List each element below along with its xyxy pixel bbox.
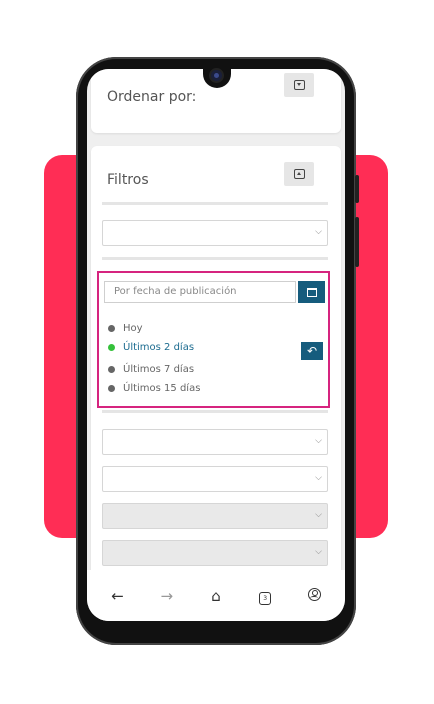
- chevron-down-icon: ⌵: [315, 510, 322, 520]
- selected-bullet-icon: [108, 344, 115, 351]
- date-filter-panel: Por fecha de publicación Hoy Últimos 2 d…: [97, 271, 330, 408]
- tabs-button[interactable]: 3: [250, 586, 280, 605]
- sort-title: Ordenar por:: [107, 89, 197, 105]
- chevron-down-icon: ⌵: [315, 436, 322, 446]
- filter-select-1[interactable]: ⌵: [102, 220, 328, 246]
- caret-square-up-icon: [293, 169, 305, 179]
- chevron-down-icon: ⌵: [315, 227, 322, 237]
- sort-toggle-button[interactable]: [284, 73, 314, 97]
- account-button[interactable]: [299, 587, 329, 605]
- date-option-last-15-days[interactable]: Últimos 15 días: [108, 383, 200, 394]
- filter-select-5[interactable]: ⌵: [102, 540, 328, 566]
- camera-icon: [211, 70, 222, 81]
- chevron-down-icon: ⌵: [315, 473, 322, 483]
- chevron-down-icon: ⌵: [315, 547, 322, 557]
- forward-arrow-icon[interactable]: →: [152, 587, 182, 605]
- account-icon: [307, 587, 321, 601]
- caret-square-down-icon: [293, 80, 305, 90]
- home-icon[interactable]: ⌂: [201, 587, 231, 605]
- phone-screen: Ordenar por: Filtros ⌵ Por fecha de publ…: [87, 69, 345, 621]
- date-option-last-7-days[interactable]: Últimos 7 días: [108, 364, 194, 375]
- divider: [102, 257, 328, 260]
- back-arrow-icon[interactable]: ←: [103, 587, 133, 605]
- calendar-button[interactable]: [298, 281, 325, 303]
- tabs-icon: 3: [259, 592, 272, 605]
- undo-arrow-icon: ↶: [306, 344, 318, 358]
- filter-select-3[interactable]: ⌵: [102, 466, 328, 492]
- bullet-icon: [108, 385, 115, 392]
- filters-card: Filtros ⌵ Por fecha de publicación Hoy Ú…: [91, 146, 341, 621]
- divider: [102, 202, 328, 205]
- bullet-icon: [108, 366, 115, 373]
- reset-button[interactable]: ↶: [301, 342, 323, 360]
- date-option-last-2-days[interactable]: Últimos 2 días: [108, 342, 194, 353]
- browser-navbar: ← → ⌂ 3: [87, 570, 345, 621]
- filter-select-4[interactable]: ⌵: [102, 503, 328, 529]
- filters-toggle-button[interactable]: [284, 162, 314, 186]
- date-option-today[interactable]: Hoy: [108, 323, 143, 334]
- date-filter-input[interactable]: Por fecha de publicación: [104, 281, 296, 303]
- bullet-icon: [108, 325, 115, 332]
- filters-title: Filtros: [107, 172, 149, 188]
- divider: [102, 410, 328, 413]
- calendar-icon: [306, 287, 317, 297]
- filter-select-2[interactable]: ⌵: [102, 429, 328, 455]
